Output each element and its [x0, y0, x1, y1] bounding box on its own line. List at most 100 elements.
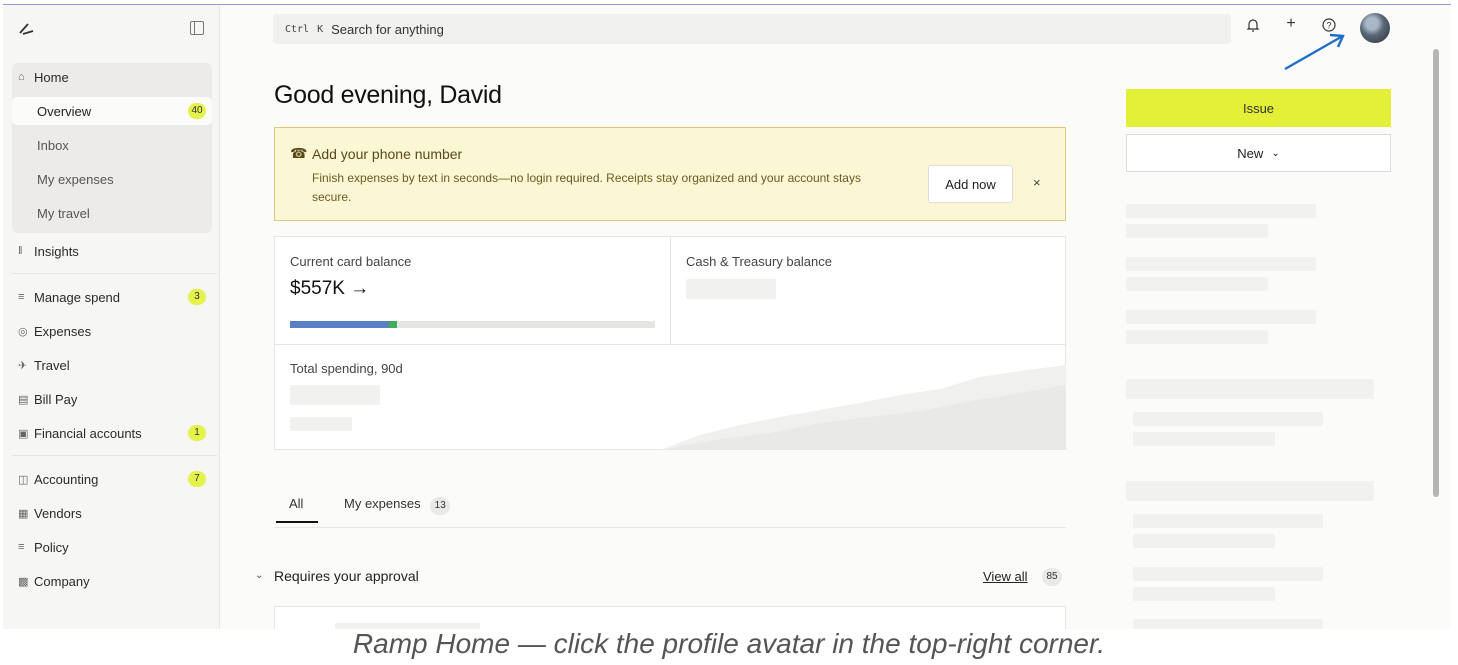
sidebar-item-manage-spend[interactable]: ≡ Manage spend 3 [12, 283, 212, 311]
sidebar-item-financial-accounts[interactable]: ▣ Financial accounts 1 [12, 419, 212, 447]
shortcut-ctrl: Ctrl [285, 23, 310, 35]
sidebar-item-overview[interactable]: Overview 40 [12, 97, 212, 125]
spending-label: Total spending, 90d [290, 361, 403, 376]
financial-accounts-badge: 1 [188, 425, 206, 441]
approval-label: Requires your approval [274, 568, 419, 584]
new-button[interactable]: New ⌄ [1126, 134, 1391, 172]
bell-icon[interactable] [1243, 17, 1263, 38]
insights-icon: ‖ [18, 245, 23, 257]
sidebar-item-vendors[interactable]: ▦ Vendors [12, 499, 212, 527]
sidebar-collapse-icon[interactable] [190, 21, 204, 35]
spending-sparkline [660, 365, 1066, 450]
chevron-down-icon: ⌄ [1271, 147, 1280, 159]
spending-skeleton [290, 417, 352, 431]
search-placeholder: Search for anything [331, 21, 444, 37]
tab-count: 13 [430, 497, 451, 515]
cash-balance-label: Cash & Treasury balance [686, 254, 832, 269]
sidebar-divider [12, 273, 217, 274]
bank-icon: ▣ [18, 427, 29, 440]
sidebar-item-home[interactable]: ⌂ Home [12, 63, 212, 91]
app-window: ⌂ Home Overview 40 Inbox My expenses My … [3, 4, 1451, 629]
sidebar-item-label: Policy [34, 539, 69, 555]
shortcut-k: K [317, 23, 324, 35]
rail-skeleton [1133, 432, 1275, 446]
sidebar-item-label: Expenses [34, 323, 92, 339]
rail-skeleton [1126, 204, 1316, 218]
rail-skeleton [1133, 534, 1275, 548]
sidebar-item-label: My expenses [37, 171, 114, 187]
rail-skeleton [1126, 330, 1268, 344]
approval-list [274, 606, 1066, 629]
add-now-button[interactable]: Add now [928, 165, 1013, 203]
card-divider [275, 344, 1065, 345]
phone-banner: ☎ Add your phone number Finish expenses … [274, 127, 1066, 221]
sidebar-item-label: Insights [34, 243, 79, 259]
tab-label: My expenses [344, 496, 421, 511]
rail-skeleton [1133, 412, 1323, 426]
rail-skeleton [1126, 310, 1316, 324]
rail-skeleton [1126, 481, 1374, 501]
bill-icon: ▤ [18, 393, 29, 406]
vendors-icon: ▦ [18, 507, 29, 520]
overview-badge: 40 [188, 103, 206, 119]
approval-section-header[interactable]: ⌄ Requires your approval View all 85 [255, 568, 1066, 588]
phone-icon: ☎ [290, 145, 308, 161]
sidebar-item-label: Manage spend [34, 289, 121, 305]
caption: Ramp Home — click the profile avatar in … [352, 628, 1106, 659]
chevron-down-icon[interactable]: ⌄ [255, 570, 263, 581]
rail-skeleton [1126, 257, 1316, 271]
sidebar-item-label: Travel [34, 357, 70, 373]
rail-skeleton [1126, 224, 1268, 238]
approval-count: 85 [1042, 568, 1062, 586]
balance-cards: Current card balance $557K → Cash & Trea… [274, 236, 1066, 450]
travel-icon: ✈ [18, 359, 28, 372]
sidebar-item-accounting[interactable]: ◫ Accounting 7 [12, 465, 212, 493]
expenses-icon: ◎ [18, 325, 28, 338]
sidebar-item-policy[interactable]: ≡ Policy [12, 533, 212, 561]
sidebar-item-label: Overview [37, 103, 92, 119]
sidebar-item-travel[interactable]: ✈ Travel [12, 351, 212, 379]
rail-skeleton [1126, 379, 1374, 399]
accounting-badge: 7 [188, 471, 206, 487]
close-icon[interactable]: × [1033, 175, 1041, 190]
ramp-logo-icon[interactable] [17, 19, 37, 37]
banner-title: Add your phone number [312, 146, 463, 162]
card-balance-label: Current card balance [290, 254, 412, 269]
card-balance-progress [290, 321, 655, 328]
spending-skeleton [290, 385, 380, 405]
sidebar-item-my-expenses[interactable]: My expenses [12, 165, 212, 193]
manage-spend-badge: 3 [188, 289, 206, 305]
tab-label: All [289, 496, 304, 511]
sidebar-divider [12, 455, 217, 456]
rail-skeleton [1133, 567, 1323, 581]
sidebar-item-label: Accounting [34, 471, 99, 487]
policy-icon: ≡ [18, 541, 25, 553]
page-scrollbar[interactable] [1433, 49, 1439, 497]
tab-all[interactable]: All [275, 496, 320, 523]
card-balance-progress-fill [290, 321, 389, 328]
company-icon: ▩ [18, 575, 29, 588]
sidebar-item-label: Company [34, 573, 90, 589]
sidebar-item-label: Inbox [37, 137, 69, 153]
sidebar: ⌂ Home Overview 40 Inbox My expenses My … [3, 5, 220, 629]
sidebar-item-company[interactable]: ▩ Company [12, 567, 212, 595]
search-input[interactable]: Ctrl K Search for anything [273, 14, 1231, 44]
sidebar-item-insights[interactable]: ‖ Insights [12, 237, 212, 265]
card-divider [670, 237, 671, 344]
card-balance-progress-marker [389, 321, 397, 328]
sidebar-item-my-travel[interactable]: My travel [12, 199, 212, 227]
cash-balance-skeleton [686, 279, 776, 299]
sidebar-item-label: Home [34, 69, 69, 85]
tab-my-expenses[interactable]: My expenses 13 [344, 496, 451, 515]
sidebar-item-inbox[interactable]: Inbox [12, 131, 212, 159]
view-all-link[interactable]: View all [983, 569, 1028, 584]
new-button-label: New [1237, 145, 1264, 161]
sidebar-item-expenses[interactable]: ◎ Expenses [12, 317, 212, 345]
issue-button[interactable]: Issue [1126, 89, 1391, 127]
card-balance-value[interactable]: $557K → [290, 278, 369, 300]
sidebar-item-label: Vendors [34, 505, 82, 521]
page-title: Good evening, David [274, 81, 502, 109]
sidebar-item-bill-pay[interactable]: ▤ Bill Pay [12, 385, 212, 413]
profile-avatar[interactable] [1360, 13, 1390, 43]
home-icon: ⌂ [18, 71, 25, 83]
